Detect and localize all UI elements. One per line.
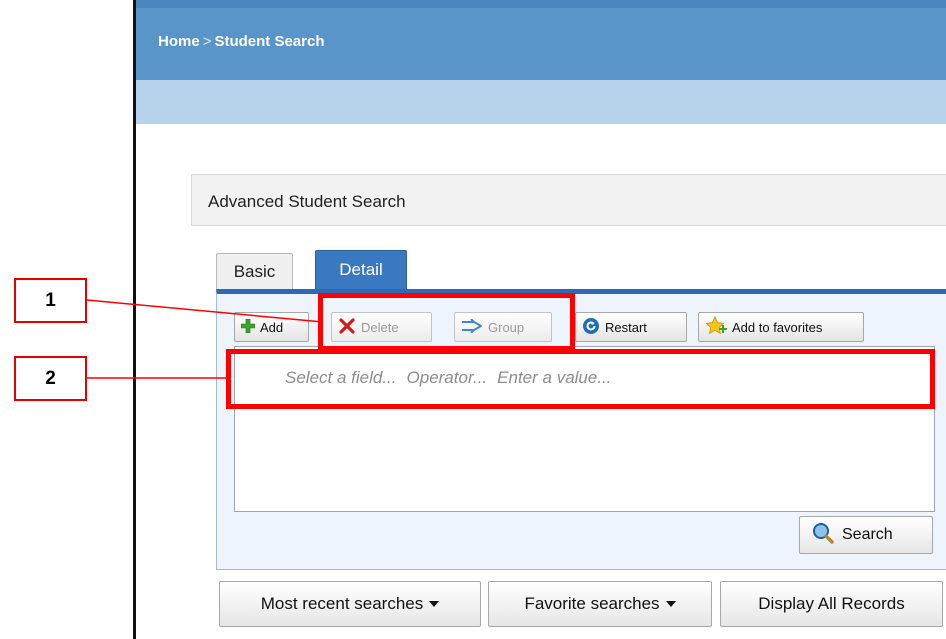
callout-leader-lines bbox=[86, 299, 324, 379]
